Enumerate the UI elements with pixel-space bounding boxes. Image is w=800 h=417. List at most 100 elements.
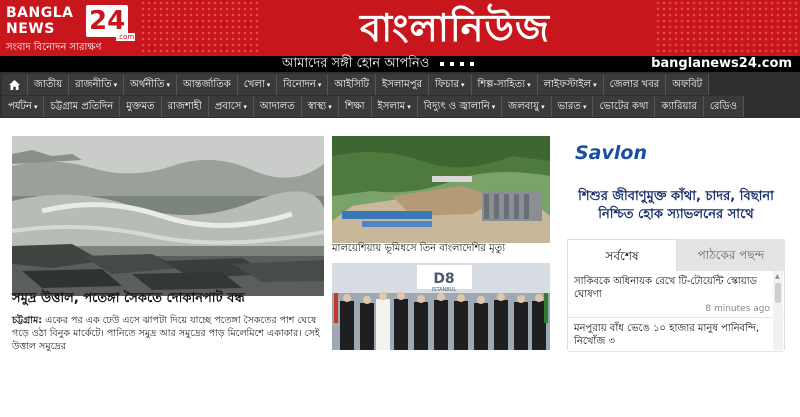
nav-item[interactable]: জলবায়ু ▾ <box>502 96 552 117</box>
nav-item-label: ইসলাম <box>377 101 406 112</box>
ad-text: শিশুর জীবাণুমুক্ত কাঁথা, চাদর, বিছানা নি… <box>578 189 774 222</box>
nav-item-label: বিদ্যুৎ ও জ্বালানি <box>423 101 490 112</box>
caret-down-icon: ▾ <box>407 103 411 111</box>
nav-item[interactable]: আইসিটি <box>328 74 377 95</box>
nav-item-label: আদালত <box>259 101 295 112</box>
nav-item-label: শিক্ষা <box>344 101 365 112</box>
lead-story-excerpt-text: একের পর এক ঢেউ এসে ঝাপটা দিয়ে যাচ্ছে পত… <box>12 315 320 352</box>
masthead-dot-pattern <box>655 0 800 56</box>
latest-news-title[interactable]: মনপুরায় বাঁধ ভেঙে ১০ হাজার মানুষ পানিবন… <box>574 322 770 348</box>
list-item[interactable]: মনপুরায় বাঁধ ভেঙে ১০ হাজার মানুষ পানিবন… <box>568 318 784 352</box>
summit-banner-city: ISTANBUL <box>432 287 457 293</box>
nav-item[interactable]: বিনোদন ▾ <box>277 74 329 95</box>
logo-text-news: NEWS <box>6 21 55 37</box>
logo-text-bangla: BANGLA <box>6 5 74 21</box>
site-title[interactable]: বাংলানিউজ <box>260 2 650 54</box>
main-navigation: জাতীয় রাজনীতি ▾ অর্থনীতি ▾ আন্তর্জাতিক খেলা ▾ ব… <box>0 72 800 118</box>
nav-item-label: অফবিট <box>672 79 703 90</box>
story-headline-landslide[interactable]: মালয়েশিয়ায় ভূমিধসে তিন বাংলাদেশির মৃত… <box>332 242 550 256</box>
nav-item[interactable]: প্রবাসে ▾ <box>208 96 254 117</box>
caret-down-icon: ▾ <box>33 103 38 111</box>
ad-brand-logo: Savlon <box>575 142 647 164</box>
site-logo[interactable]: BANGLA NEWS 24 .com সংবাদ বিনোদন সারাক্ষ… <box>4 3 137 53</box>
masthead-dot-pattern <box>140 0 260 56</box>
nav-item[interactable]: খেলা ▾ <box>237 74 278 95</box>
nav-item-label: জলবায়ু <box>508 101 540 112</box>
nav-item-label: রাজনীতি <box>75 79 112 90</box>
nav-item-label: ভোটের কথা <box>599 101 649 112</box>
home-icon[interactable] <box>2 74 28 95</box>
story-image-summit[interactable]: D8 ISTANBUL <box>332 263 550 350</box>
nav-item-label: আন্তর্জাতিক <box>183 79 231 90</box>
square-bullet-icon <box>439 61 444 66</box>
nav-item-label: জেলার খবর <box>609 79 660 90</box>
lead-story-image[interactable] <box>11 136 325 413</box>
lead-story-dateline: চট্টগ্রাম: <box>12 315 43 326</box>
nav-item[interactable]: ইসলামপুর <box>376 74 430 95</box>
latest-news-title[interactable]: সাকিবকে অধিনায়ক রেখে টি-টোয়েন্টি স্কোয… <box>574 275 770 301</box>
news-tabs: সর্বশেষ পাঠকের পছন্দ <box>567 239 785 271</box>
nav-item[interactable]: শিক্ষা <box>338 96 372 117</box>
caret-down-icon: ▾ <box>166 81 171 89</box>
slogan: আমাদের সঙ্গী হোন আপনিও <box>282 56 474 72</box>
nav-item-label: চট্টগ্রাম প্রতিদিন <box>50 101 114 112</box>
nav-item[interactable]: ফিচার ▾ <box>429 74 472 95</box>
nav-item[interactable]: লাইফস্টাইল ▾ <box>537 74 604 95</box>
nav-item[interactable]: অর্থনীতি ▾ <box>124 74 178 95</box>
nav-item[interactable]: জেলার খবর <box>603 74 667 95</box>
nav-item-label: ক্যারিয়ার <box>661 101 697 112</box>
nav-row-secondary: পর্যটন ▾ চট্টগ্রাম প্রতিদিন মুক্তমত রাজশাহী প… <box>2 96 744 117</box>
nav-item[interactable]: রাজনীতি ▾ <box>69 74 125 95</box>
story-image-landslide[interactable] <box>332 136 550 243</box>
nav-item[interactable]: অফবিট <box>666 74 710 95</box>
nav-item[interactable]: জাতীয় <box>28 74 70 95</box>
nav-item[interactable]: স্বাস্থ্য ▾ <box>301 96 339 117</box>
nav-item[interactable]: মুক্তমত <box>120 96 162 117</box>
nav-item-label: স্বাস্থ্য <box>307 101 327 112</box>
advertisement[interactable]: Savlon শিশুর জীবাণুমুক্ত কাঁথা, চাদর, বি… <box>567 136 785 246</box>
nav-item[interactable]: রেডিও <box>703 96 744 117</box>
nav-item-label: খেলা <box>243 79 265 90</box>
nav-item[interactable]: চট্টগ্রাম প্রতিদিন <box>44 96 121 117</box>
nav-item[interactable]: পর্যটন ▾ <box>2 96 45 117</box>
tab-popular[interactable]: পাঠকের পছন্দ <box>677 239 785 271</box>
nav-item-label: ভারত <box>557 101 581 112</box>
nav-item-label: জাতীয় <box>34 79 63 90</box>
caret-down-icon: ▾ <box>593 81 597 89</box>
caret-down-icon: ▾ <box>266 81 271 89</box>
nav-item-label: আইসিটি <box>334 79 370 90</box>
nav-item[interactable]: ইসলাম ▾ <box>371 96 418 117</box>
caret-down-icon: ▾ <box>527 81 531 89</box>
nav-item[interactable]: আদালত <box>253 96 302 117</box>
logo-com: .com <box>116 33 136 41</box>
nav-item-label: পর্যটন <box>8 101 32 112</box>
nav-item[interactable]: ভোটের কথা <box>593 96 656 117</box>
caret-down-icon: ▾ <box>113 81 118 89</box>
nav-item-label: প্রবাসে <box>214 101 242 112</box>
site-domain[interactable]: banglanews24.com <box>651 56 792 72</box>
scroll-up-arrow-icon[interactable]: ▲ <box>775 273 780 280</box>
square-bullet-icon <box>459 61 464 66</box>
summit-banner-logo: D8 <box>433 271 454 287</box>
square-bullet-icon <box>469 61 474 66</box>
list-item[interactable]: সাকিবকে অধিনায়ক রেখে টি-টোয়েন্টি স্কোয… <box>568 271 784 318</box>
caret-down-icon: ▾ <box>541 103 545 111</box>
nav-item[interactable]: ভারত ▾ <box>551 96 594 117</box>
nav-item[interactable]: রাজশাহী <box>161 96 209 117</box>
latest-news-time: 8 minutes ago <box>705 304 770 314</box>
caret-down-icon: ▾ <box>317 81 322 89</box>
latest-news-list: সাকিবকে অধিনায়ক রেখে টি-টোয়েন্টি স্কোয… <box>567 271 785 352</box>
lead-story-headline[interactable]: সমুদ্র উত্তাল, পতেঙ্গা সৈকতে দোকানপাট বন… <box>12 290 324 308</box>
latest-news-scrollbar[interactable]: ▲ <box>773 271 783 350</box>
nav-item[interactable]: শিল্প-সাহিত্য ▾ <box>471 74 538 95</box>
scrollbar-thumb[interactable] <box>775 283 781 303</box>
nav-item[interactable]: বিদ্যুৎ ও জ্বালানি ▾ <box>417 96 503 117</box>
square-bullet-icon <box>449 61 454 66</box>
nav-item-label: শিল্প-সাহিত্য <box>477 79 526 90</box>
tab-latest[interactable]: সর্বশেষ <box>567 239 677 271</box>
caret-down-icon: ▾ <box>243 103 247 111</box>
caret-down-icon: ▾ <box>582 103 587 111</box>
main-content: সমুদ্র উত্তাল, পতেঙ্গা সৈকতে দোকানপাট বন… <box>0 125 800 352</box>
nav-item[interactable]: ক্যারিয়ার <box>655 96 704 117</box>
nav-item[interactable]: আন্তর্জাতিক <box>177 74 238 95</box>
